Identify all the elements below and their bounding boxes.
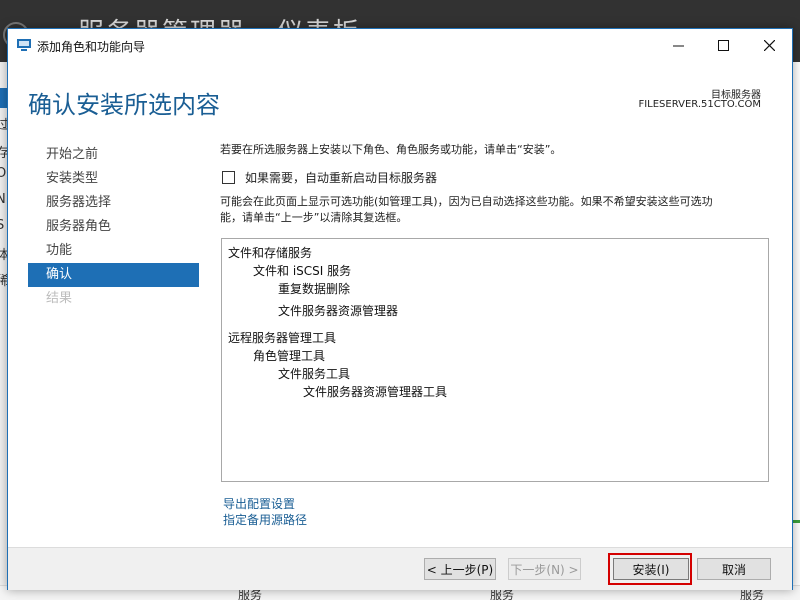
alternate-source-link[interactable]: 指定备用源路径 — [223, 512, 307, 528]
feature-item: 重复数据删除 — [278, 282, 351, 296]
feature-item: 文件服务器资源管理器工具 — [303, 385, 448, 399]
optional-features-note: 能，请单击“上一步”以清除其复选框。 — [220, 211, 408, 224]
close-icon — [763, 39, 775, 51]
feature-item: 文件服务器资源管理器 — [278, 304, 399, 318]
previous-button[interactable]: < 上一步(P) — [424, 558, 496, 580]
content-links: 导出配置设置 指定备用源路径 — [223, 496, 307, 528]
maximize-button[interactable] — [700, 29, 746, 61]
window-titlebar[interactable]: 添加角色和功能向导 — [8, 29, 792, 62]
window-title: 添加角色和功能向导 — [37, 40, 146, 54]
features-list[interactable]: 文件和存储服务 文件和 iSCSI 服务 重复数据删除 文件服务器资源管理器 远… — [221, 238, 769, 482]
nav-item-results: 结果 — [46, 291, 73, 306]
cancel-button[interactable]: 取消 — [697, 558, 771, 580]
feature-item: 文件服务工具 — [278, 367, 351, 381]
sidebar-char[interactable]: N — [0, 192, 6, 207]
restart-option[interactable]: 如果需要，自动重新启动目标服务器 — [222, 169, 437, 186]
install-button[interactable]: 安装(I) — [613, 558, 689, 580]
nav-item-server-selection[interactable]: 服务器选择 — [28, 191, 199, 215]
target-server-name: FILESERVER.51CTO.COM — [638, 99, 761, 110]
add-roles-features-wizard: 添加角色和功能向导 确认安装所选内容 目标服务器 FILESERVER.51CT… — [7, 28, 793, 590]
nav-item-installation-type[interactable]: 安装类型 — [28, 167, 199, 191]
feature-item: 文件和存储服务 — [228, 246, 313, 260]
feature-item: 角色管理工具 — [253, 349, 326, 363]
minimize-button[interactable] — [655, 29, 701, 61]
wizard-footer: < 上一步(P) 下一步(N) > 安装(I) 取消 — [8, 547, 792, 590]
next-button: 下一步(N) > — [508, 558, 581, 580]
restart-checkbox-label[interactable]: 如果需要，自动重新启动目标服务器 — [245, 169, 437, 186]
restart-checkbox[interactable] — [222, 171, 235, 184]
wizard-nav: 开始之前 安装类型 服务器选择 服务器角色 功能 确认 结果 — [28, 143, 199, 311]
minimize-icon — [672, 45, 684, 46]
nav-item-features[interactable]: 功能 — [28, 239, 199, 263]
feature-item: 文件和 iSCSI 服务 — [253, 264, 352, 278]
optional-features-note: 可能会在此页面上显示可选功能(如管理工具)，因为已自动选择这些功能。如果不希望安… — [220, 195, 713, 208]
feature-item: 远程服务器管理工具 — [228, 331, 337, 345]
server-manager-app-icon — [17, 39, 31, 51]
intro-text: 若要在所选服务器上安装以下角色、角色服务或功能，请单击“安装”。 — [220, 143, 562, 156]
maximize-icon — [717, 39, 729, 51]
nav-item-confirmation[interactable]: 确认 — [28, 263, 199, 287]
nav-item-before-you-begin[interactable]: 开始之前 — [28, 143, 199, 167]
nav-item-server-roles[interactable]: 服务器角色 — [28, 215, 199, 239]
sidebar-char[interactable]: S — [0, 218, 4, 233]
sidebar-char[interactable]: O — [0, 166, 6, 181]
page-title: 确认安装所选内容 — [28, 91, 220, 119]
export-config-link[interactable]: 导出配置设置 — [223, 496, 307, 512]
close-button[interactable] — [746, 29, 792, 61]
